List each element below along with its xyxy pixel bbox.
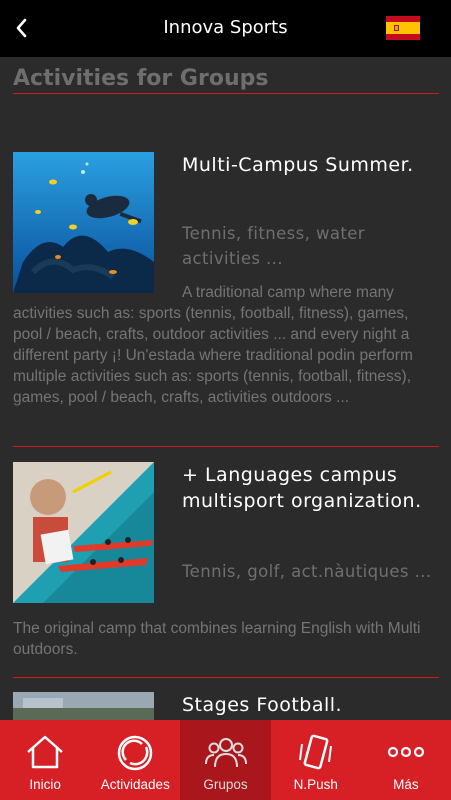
tab-actividades[interactable]: Actividades: [90, 720, 180, 800]
section-divider: [13, 93, 439, 94]
section-title: Activities for Groups: [13, 66, 269, 91]
activity-subtitle: Tennis, golf, act.nàutiques ...: [182, 562, 432, 581]
activity-ring-icon: [118, 735, 153, 771]
tab-npush[interactable]: N.Push: [271, 720, 361, 800]
activity-subtitle: Tennis, fitness, water activities ...: [182, 224, 365, 268]
activity-image-underwater[interactable]: [13, 152, 154, 293]
tab-label: Inicio: [29, 777, 61, 792]
card-divider: [13, 446, 439, 447]
activity-title[interactable]: + Languages campus multisport organizati…: [182, 462, 442, 514]
tab-grupos[interactable]: Grupos: [180, 720, 271, 800]
app-title: Innova Sports: [163, 17, 288, 38]
activity-description: A traditional camp where many activities…: [13, 284, 413, 406]
tab-label: Actividades: [100, 777, 170, 792]
spain-flag-icon[interactable]: [386, 16, 420, 40]
tab-mas[interactable]: Más: [361, 720, 451, 800]
group-icon: [204, 738, 247, 768]
top-bar: Innova Sports: [0, 0, 451, 57]
phone-vibrate-icon: [298, 734, 332, 770]
bottom-tab-bar: Inicio Actividades Grupos N.Push Más: [0, 720, 451, 800]
tab-label: Grupos: [203, 777, 248, 792]
activity-title[interactable]: Stages Football.: [182, 692, 442, 718]
tab-label: N.Push: [293, 777, 338, 792]
tab-label: Más: [393, 777, 419, 792]
home-icon: [27, 735, 63, 769]
activity-description: The original camp that combines learning…: [13, 620, 421, 658]
card-divider: [13, 677, 439, 678]
more-icon: [387, 746, 425, 758]
activity-title[interactable]: Multi-Campus Summer.: [182, 152, 442, 178]
activity-image-football[interactable]: [13, 692, 154, 720]
tab-inicio[interactable]: Inicio: [0, 720, 90, 800]
activity-image-kayak[interactable]: [13, 462, 154, 603]
